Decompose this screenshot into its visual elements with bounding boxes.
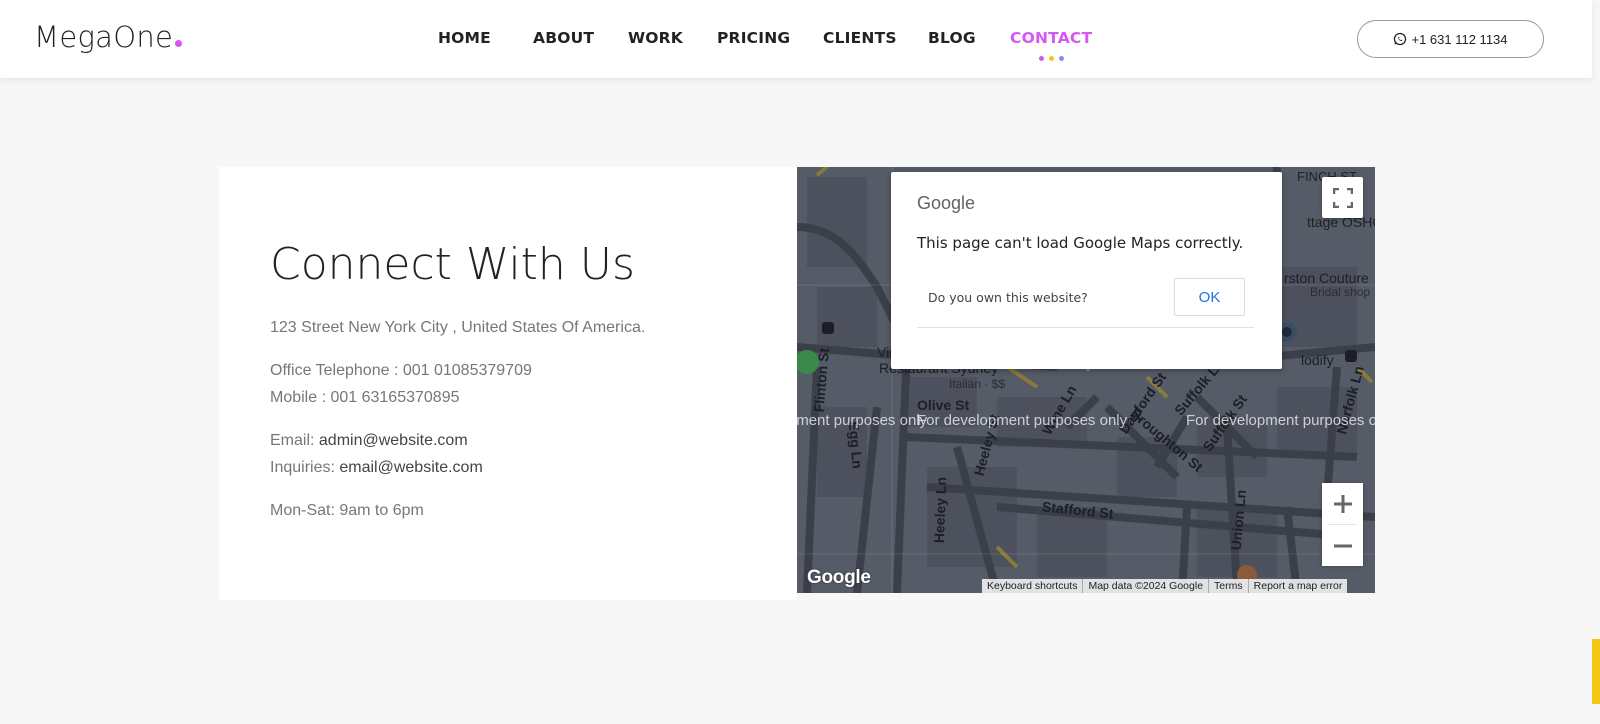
scroll-indicator[interactable] [1592, 639, 1600, 704]
office-telephone: Office Telephone : 001 01085379709 [270, 362, 532, 379]
google-map[interactable]: Olive St Stafford St Flinton St Heeley S… [797, 167, 1375, 593]
minus-icon [1333, 544, 1352, 547]
nav-about[interactable]: ABOUT [533, 29, 594, 47]
map-attribution: Keyboard shortcuts Map data ©2024 Google… [982, 579, 1348, 593]
dialog-google-logo: Google [917, 193, 976, 213]
dev-watermark-center: For development purposes only [917, 412, 1128, 429]
report-error-link[interactable]: Report a map error [1247, 579, 1348, 593]
nav-blog[interactable]: BLOG [928, 29, 976, 47]
site-logo[interactable]: MegaOne [34, 20, 173, 54]
whatsapp-icon [1394, 32, 1407, 46]
nav-work[interactable]: WORK [628, 29, 683, 47]
zoom-in-button[interactable] [1322, 483, 1363, 524]
contact-card: Connect With Us 123 Street New York City… [219, 167, 797, 600]
dialog-ok-button[interactable]: OK [1174, 278, 1245, 316]
place-couture: rston Couture [1284, 270, 1369, 286]
fullscreen-button[interactable] [1322, 177, 1363, 218]
phone-button[interactable]: +1 631 112 1134 [1357, 20, 1544, 58]
logo-dot [175, 40, 182, 47]
fullscreen-icon [1332, 187, 1353, 208]
zoom-out-button[interactable] [1322, 525, 1363, 566]
nav-pricing[interactable]: PRICING [717, 29, 790, 47]
place-bridal: Bridal shop [1310, 285, 1371, 299]
street-olive: Olive St [917, 397, 970, 413]
address: 123 Street New York City , United States… [270, 319, 646, 336]
inquiries-line: Inquiries: email@website.com [270, 459, 483, 477]
zoom-controls [1322, 483, 1363, 566]
contact-title: Connect With Us [270, 239, 635, 290]
nav-home[interactable]: HOME [438, 29, 491, 47]
place-restaurant-sub: Italian · $$ [949, 377, 1006, 391]
business-hours: Mon-Sat: 9am to 6pm [270, 502, 424, 519]
street-heeley-ln: Heeley Ln [930, 476, 950, 544]
nav-contact[interactable]: CONTACT [1010, 29, 1092, 47]
google-map-logo[interactable]: Google [807, 567, 871, 589]
phone-number: +1 631 112 1134 [1411, 31, 1508, 47]
email-link[interactable]: admin@website.com [319, 432, 468, 449]
email-line: Email: admin@website.com [270, 432, 468, 450]
map-data-text: Map data ©2024 Google [1082, 579, 1208, 593]
dialog-message: This page can't load Google Maps correct… [917, 234, 1244, 252]
dev-watermark-right: For development purposes only [1186, 412, 1375, 429]
nav-clients[interactable]: CLIENTS [823, 29, 897, 47]
plus-icon [1333, 494, 1352, 513]
maps-error-dialog: Google This page can't load Google Maps … [891, 172, 1282, 369]
dialog-divider [917, 327, 1254, 328]
dialog-question: Do you own this website? [928, 290, 1088, 305]
place-modify: lodify [1301, 352, 1334, 368]
site-header: MegaOne HOME ABOUT WORK PRICING CLIENTS … [0, 0, 1592, 78]
dev-watermark-left: For development purposes only [797, 412, 928, 429]
email-label: Email: [270, 432, 319, 449]
inquiries-label: Inquiries: [270, 459, 340, 476]
inquiries-link[interactable]: email@website.com [339, 459, 482, 476]
terms-link[interactable]: Terms [1208, 579, 1248, 593]
mobile-number: Mobile : 001 63165370895 [270, 389, 460, 406]
keyboard-shortcuts-link[interactable]: Keyboard shortcuts [982, 579, 1082, 593]
